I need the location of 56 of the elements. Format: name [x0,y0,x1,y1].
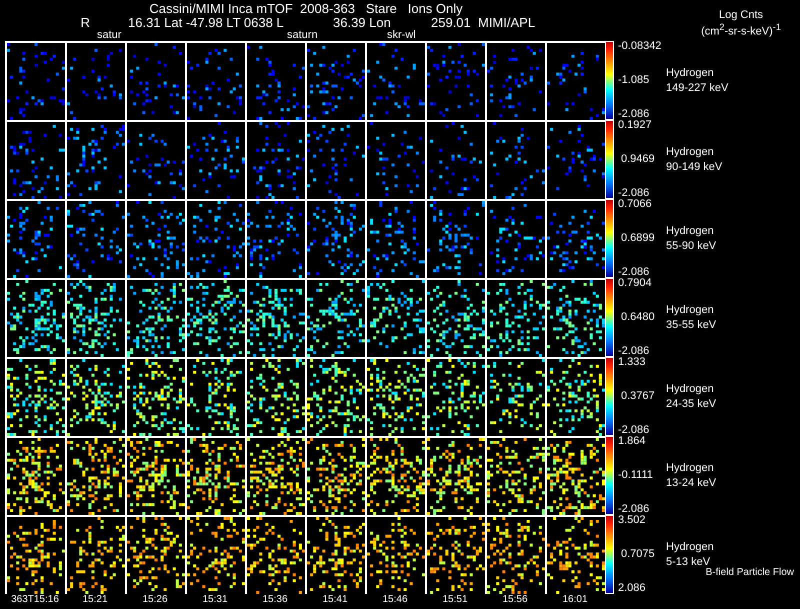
scale-value: 0.1927 [618,120,652,131]
scale-value: 1.333 [618,357,646,368]
scale-value: 0.7904 [618,278,652,289]
footnote: B-field Particle Flow [706,566,794,580]
species-label: Hydrogen [666,66,715,80]
scale-value: 0.9469 [620,154,655,165]
scale-value: 0.6480 [620,312,655,323]
scale-value: 3.502 [618,515,646,526]
time-label: 15:21 [82,594,108,605]
orbit-info: 259.01 MIMI/APL [431,15,536,30]
species-label: Hydrogen [666,302,715,318]
units-label: Log Cnts [718,9,764,21]
time-label: 15:46 [382,594,408,605]
time-label: 15:51 [442,594,468,605]
energy-label: 55-90 keV [666,238,718,254]
species-label: Hydrogen [666,382,715,396]
species-label: Hydrogen [666,540,715,554]
target-label: satur [97,29,122,41]
energy-label: 24-35 keV [666,396,718,412]
scale-value: -0.1111 [618,470,653,481]
time-label: 15:41 [322,594,348,605]
time-label: 15:31 [202,594,228,605]
energy-label: 149-227 keV [666,80,730,96]
energy-label: 35-55 keV [666,318,718,332]
scale-value: -2.086 [618,188,650,199]
time-label: 15:26 [142,594,168,605]
orbit-info: R [80,15,90,30]
scale-value: 2.086 [618,583,646,594]
scale-value: 0.7075 [620,549,655,560]
orbit-info: 36.39 Lon [333,15,391,30]
orbit-info: 16.31 Lat -47.98 LT 0638 L [128,15,284,30]
species-label: Hydrogen [666,460,715,476]
scale-value: -2.086 [618,425,650,436]
scale-value: -1.085 [618,75,650,86]
scale-value: -2.086 [618,346,650,357]
scale-value: -0.08342 [618,41,662,52]
energy-label: 13-24 keV [666,476,718,490]
time-label: 15:36 [262,594,288,605]
chart-title: Cassini/MIMI Inca mTOF 2008-363 Stare Ions Only [148,1,464,16]
species-label: Hydrogen [666,144,715,160]
time-label: 16:01 [562,594,588,605]
scale-value: 0.7066 [618,199,652,210]
target-label: saturn [287,29,318,41]
species-label: Hydrogen [666,224,715,238]
scale-value: -2.086 [618,504,650,515]
time-label: 363T15:16 [11,594,59,605]
scale-value: 0.6899 [620,233,655,244]
scale-value: -2.086 [618,267,650,278]
units-label: (cm$^{2}$-sr-s-keV)$^{-1}$ [701,21,781,38]
time-label: 15:56 [502,594,528,605]
scale-value: 0.3767 [620,391,655,402]
scale-value: -2.086 [618,109,650,120]
energy-label: 5-13 keV [666,554,712,568]
target-label: skr-wl [387,29,416,41]
energy-label: 90-149 keV [666,160,724,174]
scale-value: 1.864 [618,436,646,447]
